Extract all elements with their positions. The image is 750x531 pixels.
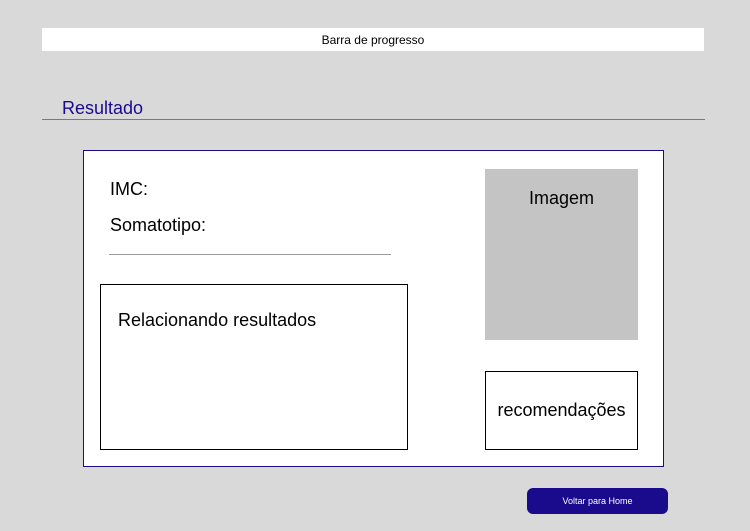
image-label: Imagem	[528, 188, 595, 208]
progress-bar: Barra de progresso	[42, 28, 704, 51]
relations-label: Relacionando resultados	[118, 310, 317, 330]
section-divider	[42, 119, 705, 120]
relations-box: Relacionando resultados	[100, 284, 408, 450]
section-title: Resultado	[62, 98, 144, 118]
progress-bar-label: Barra de progresso	[321, 32, 425, 47]
image-placeholder: Imagem	[485, 169, 638, 340]
somatotipo-label: Somatotipo:	[110, 215, 207, 235]
imc-label: IMC:	[110, 179, 148, 199]
back-to-home-label: Voltar para Home	[562, 496, 633, 506]
recommendations-label: recomendações	[497, 400, 626, 420]
result-card: IMC: Somatotipo: Relacionando resultados…	[83, 150, 664, 467]
info-divider	[109, 254, 391, 255]
back-to-home-button[interactable]: Voltar para Home	[527, 488, 668, 514]
recommendations-box: recomendações	[485, 371, 638, 450]
